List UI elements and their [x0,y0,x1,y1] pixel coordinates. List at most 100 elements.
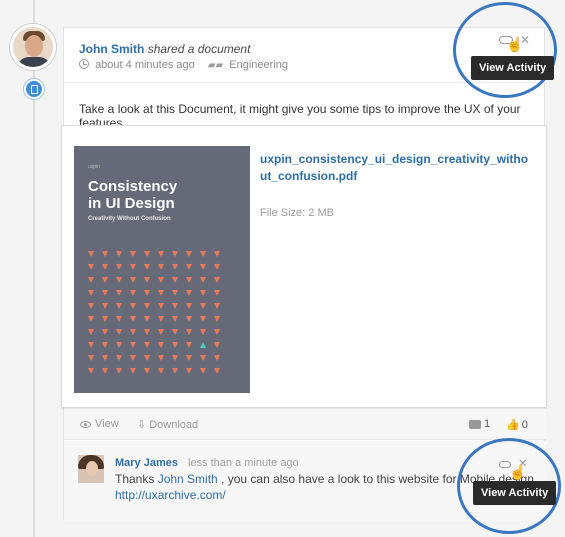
cover-triangle [130,277,136,283]
cover-triangle [102,355,108,361]
hand-cursor-icon: ☝ [509,464,527,480]
post-time: about 4 minutes ago [95,59,195,71]
cover-triangle [186,355,192,361]
cover-triangle [130,342,136,348]
comment-time: less than a minute ago [188,457,299,469]
cover-triangle [88,303,94,309]
cover-triangle [158,316,164,322]
cover-triangle [172,264,178,270]
cover-triangle [144,303,150,309]
cover-triangle [172,316,178,322]
cover-triangle [88,251,94,257]
cover-triangle [214,342,220,348]
document-cover[interactable]: uxpin Consistency in UI Design Creativit… [74,146,250,393]
cover-triangle [88,277,94,283]
cover-triangle [186,303,192,309]
cover-triangle [214,264,220,270]
comment-link[interactable]: http://uxarchive.com/ [115,488,226,502]
view-action[interactable]: View [80,418,119,430]
cover-triangle [144,355,150,361]
activity-feed: John Smith shared a document about 4 min… [0,0,565,537]
cover-triangle [144,290,150,296]
cover-triangle [116,316,122,322]
cover-triangle [144,342,150,348]
cover-triangle [200,316,206,322]
cover-triangle [214,303,220,309]
eye-icon [80,420,91,428]
cover-triangle [88,342,94,348]
cover-triangle [200,251,206,257]
cover-triangle [214,368,220,374]
cover-triangle [186,251,192,257]
cover-triangle [172,290,178,296]
cover-triangle [158,251,164,257]
cover-triangle [214,329,220,335]
cover-triangle [214,290,220,296]
cover-triangle [186,329,192,335]
cover-triangle [172,277,178,283]
cover-triangle [102,329,108,335]
comment-mention[interactable]: John Smith [158,472,218,486]
cover-triangle [158,277,164,283]
john-smith-avatar[interactable] [10,24,56,70]
cover-triangle [116,355,122,361]
cover-triangle [130,290,136,296]
cover-triangle [144,277,150,283]
cover-triangle [102,251,108,257]
cover-triangle [102,316,108,322]
cover-triangle [130,316,136,322]
post-team[interactable]: Engineering [229,59,288,71]
cover-triangle [116,329,122,335]
cover-triangle [200,264,206,270]
cover-triangle [172,355,178,361]
cover-triangle [130,264,136,270]
cover-triangle [158,303,164,309]
view-activity-tooltip: View Activity [471,56,555,80]
document-file-name[interactable]: uxpin_consistency_ui_design_creativity_w… [260,151,532,185]
cover-triangle [214,355,220,361]
cover-triangle [158,290,164,296]
comment-author[interactable]: Mary James [115,457,178,469]
cover-triangle [130,329,136,335]
post-action: shared a document [147,42,251,56]
hand-cursor-icon: ☝ [506,36,524,52]
cover-triangle [116,277,122,283]
cover-triangle [144,251,150,257]
clock-icon [79,59,89,69]
cover-triangle [88,355,94,361]
cover-triangle [172,303,178,309]
cover-triangle [186,264,192,270]
cover-triangle [172,342,178,348]
cover-triangle [186,368,192,374]
cover-triangle [144,264,150,270]
cover-triangle [88,290,94,296]
cover-triangle [116,251,122,257]
cover-triangle [186,290,192,296]
cover-triangle [102,303,108,309]
post-author-name[interactable]: John Smith [79,42,144,56]
cover-triangle [144,368,150,374]
cover-triangle [102,342,108,348]
cover-triangle [200,329,206,335]
cover-triangle [158,342,164,348]
cover-triangle [214,277,220,283]
mary-james-avatar[interactable] [78,455,104,483]
cover-triangle [116,342,122,348]
document-preview: uxpin Consistency in UI Design Creativit… [61,125,547,408]
cover-triangle [116,303,122,309]
cover-triangle [172,368,178,374]
cover-triangle [200,368,206,374]
cover-triangle [172,329,178,335]
download-icon: ⇩ [137,419,147,431]
document-type-icon [24,79,44,99]
cover-triangle [130,355,136,361]
comments-count[interactable]: 1 [469,418,490,430]
comment-icon [469,419,481,429]
highlight-circle [453,2,557,98]
download-action[interactable]: ⇩ Download [137,418,198,431]
cover-subtitle: Creativity Without Confusion [88,216,171,222]
cover-triangle [130,251,136,257]
cover-triangle [116,264,122,270]
cover-triangle [144,316,150,322]
likes-count[interactable]: 👍 0 [506,418,528,431]
